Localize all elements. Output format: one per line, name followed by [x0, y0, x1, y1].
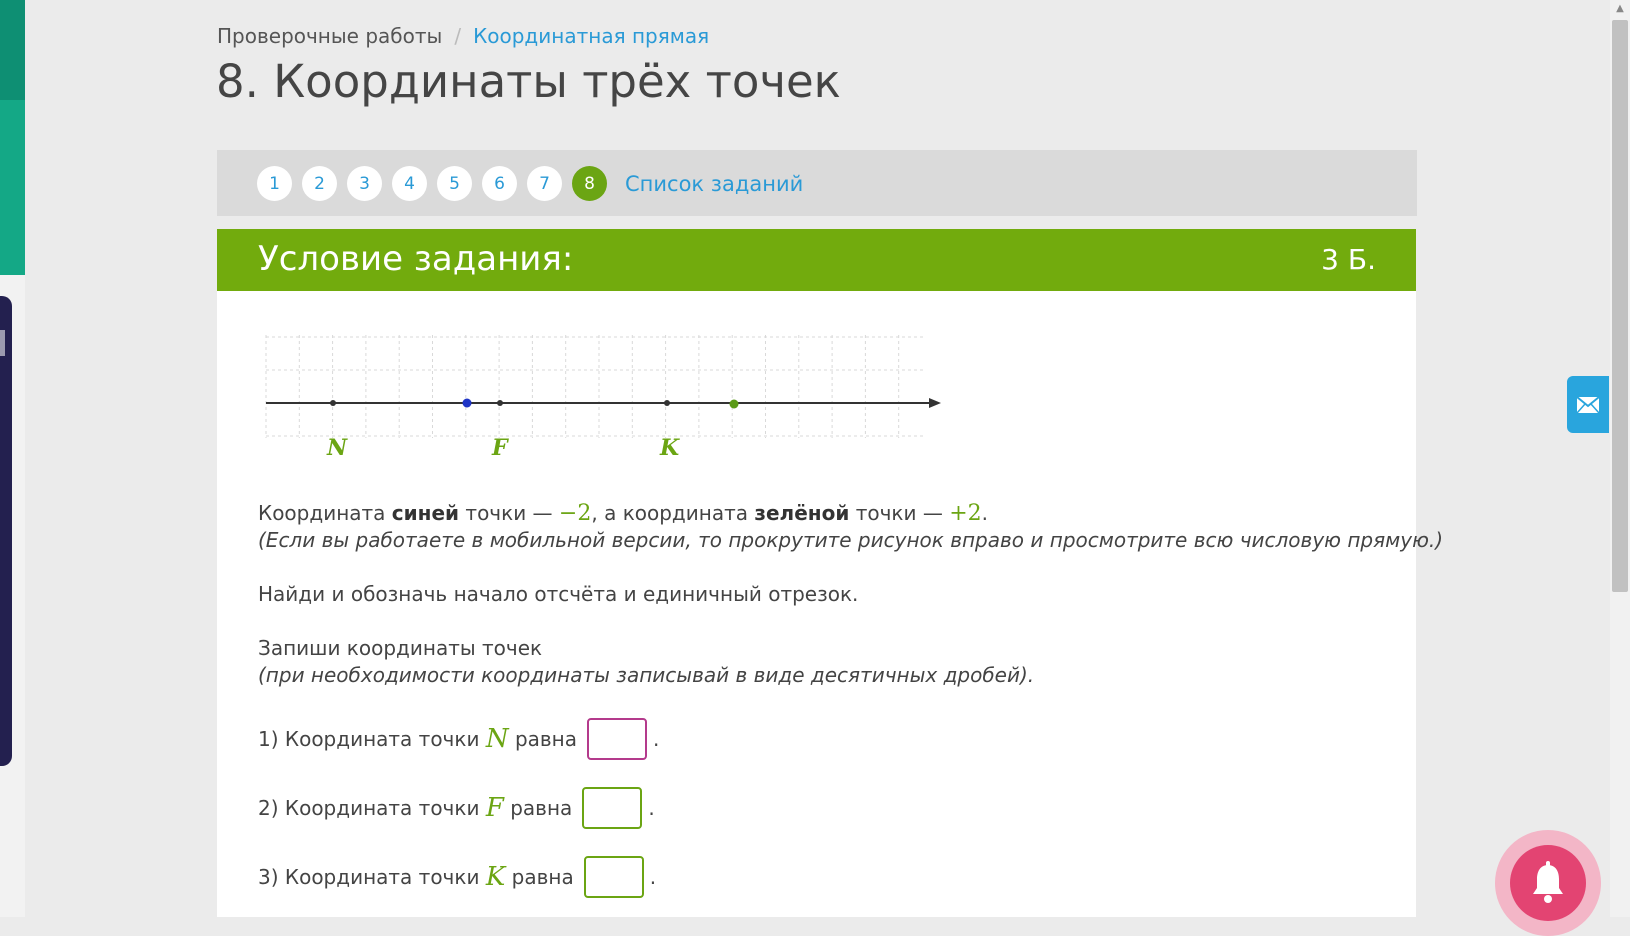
task-number-5[interactable]: 5: [437, 166, 472, 201]
task-number-4[interactable]: 4: [392, 166, 427, 201]
answer-suffix: равна: [514, 727, 578, 751]
task-number-3[interactable]: 3: [347, 166, 382, 201]
answer-letter-n: N: [485, 724, 509, 754]
task-number-7[interactable]: 7: [527, 166, 562, 201]
instruction-text: Найди и обозначь начало отсчёта и единич…: [258, 582, 859, 606]
side-drawer-mark: [0, 330, 5, 356]
condition-title: Условие задания:: [258, 239, 574, 279]
number-line-arrow: [929, 398, 941, 408]
answer-row-f: 2) Координата точки F равна .: [258, 787, 655, 829]
answer-end: .: [648, 796, 655, 820]
point-f: [497, 400, 503, 406]
green-point-value: +2: [949, 501, 982, 526]
breadcrumb-parent[interactable]: Проверочные работы: [217, 24, 442, 48]
answer-input-f[interactable]: [582, 787, 643, 829]
task-number-8-active[interactable]: 8: [572, 166, 607, 201]
task-number-2[interactable]: 2: [302, 166, 337, 201]
task-number-6[interactable]: 6: [482, 166, 517, 201]
side-panel-top: [0, 0, 25, 100]
feedback-mail-button[interactable]: [1567, 376, 1609, 433]
bell-icon: [1533, 861, 1563, 903]
answer-row-k: 3) Координата точки K равна .: [258, 856, 656, 898]
breadcrumb: Проверочные работы / Координатная прямая: [217, 24, 709, 48]
answer-suffix: равна: [510, 796, 573, 820]
answer-end: .: [649, 865, 657, 889]
point-k: [664, 400, 670, 406]
page-scrollbar[interactable]: ▲: [1610, 0, 1630, 917]
blue-point-value: −2: [558, 501, 592, 526]
statement-part: Координата: [258, 501, 392, 525]
point-n: [330, 400, 336, 406]
write-coordinates-text: Запиши координаты точек: [258, 636, 543, 660]
task-content: N F K Координата синей точки — −2, а коо…: [217, 291, 1443, 917]
answer-input-n[interactable]: [587, 718, 648, 760]
notifications-button[interactable]: [1495, 830, 1601, 936]
answer-input-k[interactable]: [583, 856, 644, 898]
number-line-figure: N F K: [265, 335, 941, 461]
answer-prefix: 2) Координата точки: [258, 796, 480, 820]
statement-part: точки —: [459, 501, 559, 525]
task-navigation-bar: 1 2 3 4 5 6 7 8 Список заданий: [217, 150, 1417, 216]
condition-header: Условие задания: 3 Б.: [217, 229, 1416, 291]
label-n: N: [326, 435, 348, 461]
answer-suffix: равна: [511, 865, 574, 889]
points-badge: 3 Б.: [1321, 243, 1376, 276]
scrollbar-thumb[interactable]: [1612, 20, 1628, 592]
coordinate-statement: Координата синей точки — −2, а координат…: [258, 501, 988, 526]
statement-part: , а координата: [591, 501, 755, 525]
answer-prefix: 1) Координата точки: [258, 727, 480, 751]
task-number-1[interactable]: 1: [257, 166, 292, 201]
breadcrumb-separator: /: [454, 24, 462, 48]
task-list-link[interactable]: Список заданий: [625, 172, 803, 196]
answer-letter-k: K: [485, 862, 506, 892]
statement-part: точки —: [849, 501, 950, 525]
point-green: [729, 399, 739, 409]
point-blue: [462, 398, 472, 408]
statement-green-word: зелёной: [754, 501, 850, 525]
answer-prefix: 3) Координата точки: [258, 865, 480, 889]
answer-end: .: [653, 727, 660, 751]
left-side-panel: [0, 0, 25, 917]
label-f: F: [491, 435, 509, 461]
breadcrumb-current[interactable]: Координатная прямая: [473, 24, 709, 48]
answer-letter-f: F: [485, 793, 504, 823]
page-title: 8. Координаты трёх точек: [216, 55, 841, 108]
answer-row-n: 1) Координата точки N равна .: [258, 718, 659, 760]
scroll-up-arrow[interactable]: ▲: [1610, 0, 1630, 18]
statement-blue-word: синей: [391, 501, 460, 525]
mobile-note: (Если вы работаете в мобильной версии, т…: [258, 528, 1444, 552]
number-line-grid: [265, 335, 925, 438]
decimal-note: (при необходимости координаты записывай …: [258, 663, 1035, 687]
statement-part: .: [981, 501, 988, 525]
side-panel-middle: [0, 100, 25, 275]
envelope-icon: [1576, 395, 1600, 413]
side-drawer-tab[interactable]: [0, 296, 12, 766]
label-k: K: [659, 435, 680, 461]
